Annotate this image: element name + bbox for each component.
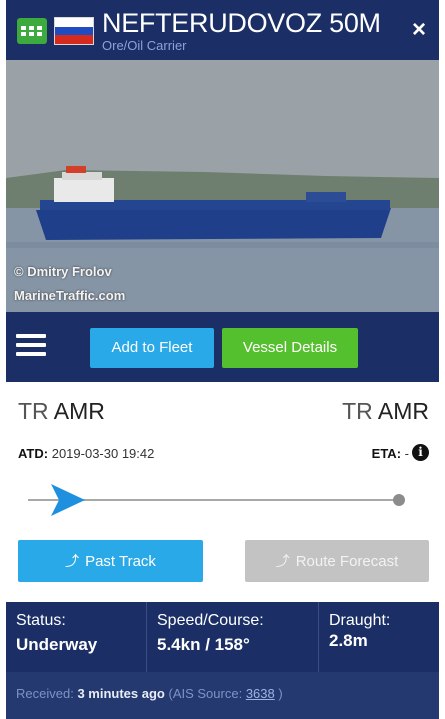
action-toolbar: Add to Fleet Vessel Details	[6, 312, 439, 382]
vessel-stats: Status: Underway Speed/Course: 5.4kn / 1…	[6, 602, 439, 672]
popup-header: NEFTERUDOVOZ 50M Ore/Oil Carrier ×	[6, 0, 439, 60]
draught-value: 2.8m	[329, 631, 368, 650]
departure-port-name: AMR	[53, 398, 105, 424]
voyage-section: TR AMR TR AMR ATD: 2019-03-30 19:42 ETA:…	[6, 382, 439, 602]
received-value: 3 minutes ago	[77, 686, 165, 701]
ais-source-suffix: )	[278, 686, 283, 701]
eta-time: ETA: -	[372, 446, 409, 461]
vessel-details-button[interactable]: Vessel Details	[222, 328, 358, 368]
eta-value: -	[404, 446, 409, 461]
route-forecast-button[interactable]: ⤴ Route Forecast	[245, 540, 429, 582]
draught-stat: Draught: 2.8m	[318, 602, 439, 672]
received-footer: Received: 3 minutes ago (AIS Source: 363…	[6, 672, 439, 719]
speed-course-label: Speed/Course:	[157, 612, 264, 629]
grid-menu-icon[interactable]	[17, 18, 47, 44]
photo-source: MarineTraffic.com	[14, 288, 126, 303]
ais-source-link[interactable]: 3638	[246, 686, 275, 701]
departure-country-code: TR	[18, 398, 49, 424]
add-to-fleet-button[interactable]: Add to Fleet	[90, 328, 214, 368]
vessel-photo[interactable]: © Dmitry Frolov MarineTraffic.com	[6, 60, 439, 312]
forecast-icon: ⤴	[275, 553, 290, 569]
arrival-country-code: TR	[342, 398, 373, 424]
arrival-port-name: AMR	[377, 398, 429, 424]
hamburger-menu-icon[interactable]	[16, 334, 46, 358]
status-label: Status:	[16, 612, 66, 629]
ship-position-arrow-icon	[50, 484, 85, 516]
arrival-port[interactable]: TR AMR	[342, 398, 429, 425]
atd-value: 2019-03-30 19:42	[51, 446, 155, 461]
speed-course-stat: Speed/Course: 5.4kn / 158°	[146, 602, 318, 672]
route-forecast-label: Route Forecast	[295, 553, 399, 570]
received-label: Received:	[16, 686, 74, 701]
info-icon[interactable]: i	[412, 444, 429, 461]
vessel-name: NEFTERUDOVOZ 50M	[102, 8, 381, 38]
past-track-button[interactable]: ⤴ Past Track	[18, 540, 203, 582]
ais-source-prefix: (AIS Source:	[168, 686, 243, 701]
russia-flag-icon	[54, 17, 94, 45]
atd-time: ATD: 2019-03-30 19:42	[18, 446, 154, 461]
status-stat: Status: Underway	[6, 602, 146, 672]
past-track-label: Past Track	[85, 553, 156, 570]
status-value: Underway	[16, 635, 98, 654]
vessel-popup: NEFTERUDOVOZ 50M Ore/Oil Carrier × © Dmi…	[6, 0, 439, 719]
vessel-type: Ore/Oil Carrier	[102, 38, 187, 53]
departure-port[interactable]: TR AMR	[18, 398, 105, 425]
draught-label: Draught:	[329, 612, 391, 629]
speed-course-value: 5.4kn / 158°	[157, 635, 250, 654]
close-icon[interactable]: ×	[407, 18, 431, 42]
track-icon: ⤴	[65, 553, 80, 569]
destination-dot	[393, 494, 405, 506]
photo-credit: © Dmitry Frolov	[14, 264, 112, 279]
eta-label: ETA:	[371, 446, 402, 461]
atd-label: ATD:	[18, 446, 49, 461]
